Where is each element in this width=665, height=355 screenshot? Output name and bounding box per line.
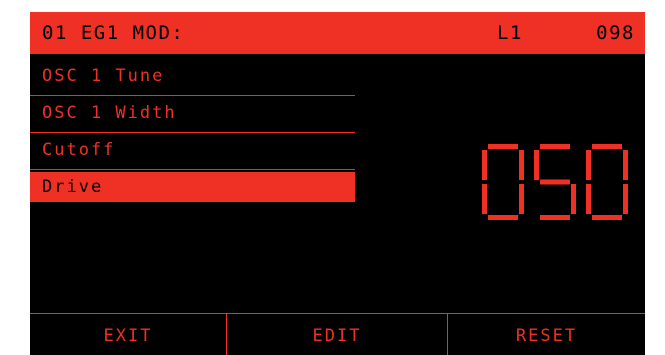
segment-c (623, 184, 628, 214)
destination-list: OSC 1 Tune OSC 1 Width Cutoff Drive (30, 60, 355, 203)
list-item-drive[interactable]: Drive (30, 172, 355, 202)
segment-b (519, 150, 524, 180)
segment-d (488, 215, 518, 220)
segment-f (586, 150, 591, 180)
segment-a (592, 144, 622, 149)
segment-d (592, 215, 622, 220)
list-item-label: OSC 1 Width (42, 103, 177, 123)
header-bar: 01 EG1 MOD: L1 098 (30, 12, 645, 54)
list-item-label: OSC 1 Tune (42, 66, 165, 86)
reset-button[interactable]: RESET (448, 314, 645, 355)
softkey-bar: EXIT EDIT RESET (30, 313, 645, 355)
layer-indicator: L1 (497, 22, 523, 44)
segment-d (540, 215, 570, 220)
list-item-label: Cutoff (42, 140, 116, 160)
list-item-cutoff[interactable]: Cutoff (30, 134, 355, 170)
segment-c (571, 184, 576, 214)
segment-g (540, 179, 570, 185)
segment-a (488, 144, 518, 149)
segment-e (482, 184, 487, 214)
seven-segment-digit (586, 144, 628, 220)
segment-a (540, 144, 570, 149)
exit-button[interactable]: EXIT (30, 314, 227, 355)
preset-number: 098 (596, 22, 635, 44)
segment-f (534, 150, 539, 180)
segment-c (519, 184, 524, 214)
list-item-osc1-tune[interactable]: OSC 1 Tune (30, 60, 355, 96)
page-title: 01 EG1 MOD: (42, 22, 185, 44)
segment-f (482, 150, 487, 180)
list-item-osc1-width[interactable]: OSC 1 Width (30, 97, 355, 133)
segment-e (586, 184, 591, 214)
edit-button[interactable]: EDIT (227, 314, 448, 355)
segment-b (623, 150, 628, 180)
seven-segment-digit (482, 144, 524, 220)
value-readout (482, 144, 628, 220)
seven-segment-digit (534, 144, 576, 220)
list-item-label: Drive (42, 177, 104, 197)
synth-display: 01 EG1 MOD: L1 098 OSC 1 Tune OSC 1 Widt… (30, 12, 645, 355)
